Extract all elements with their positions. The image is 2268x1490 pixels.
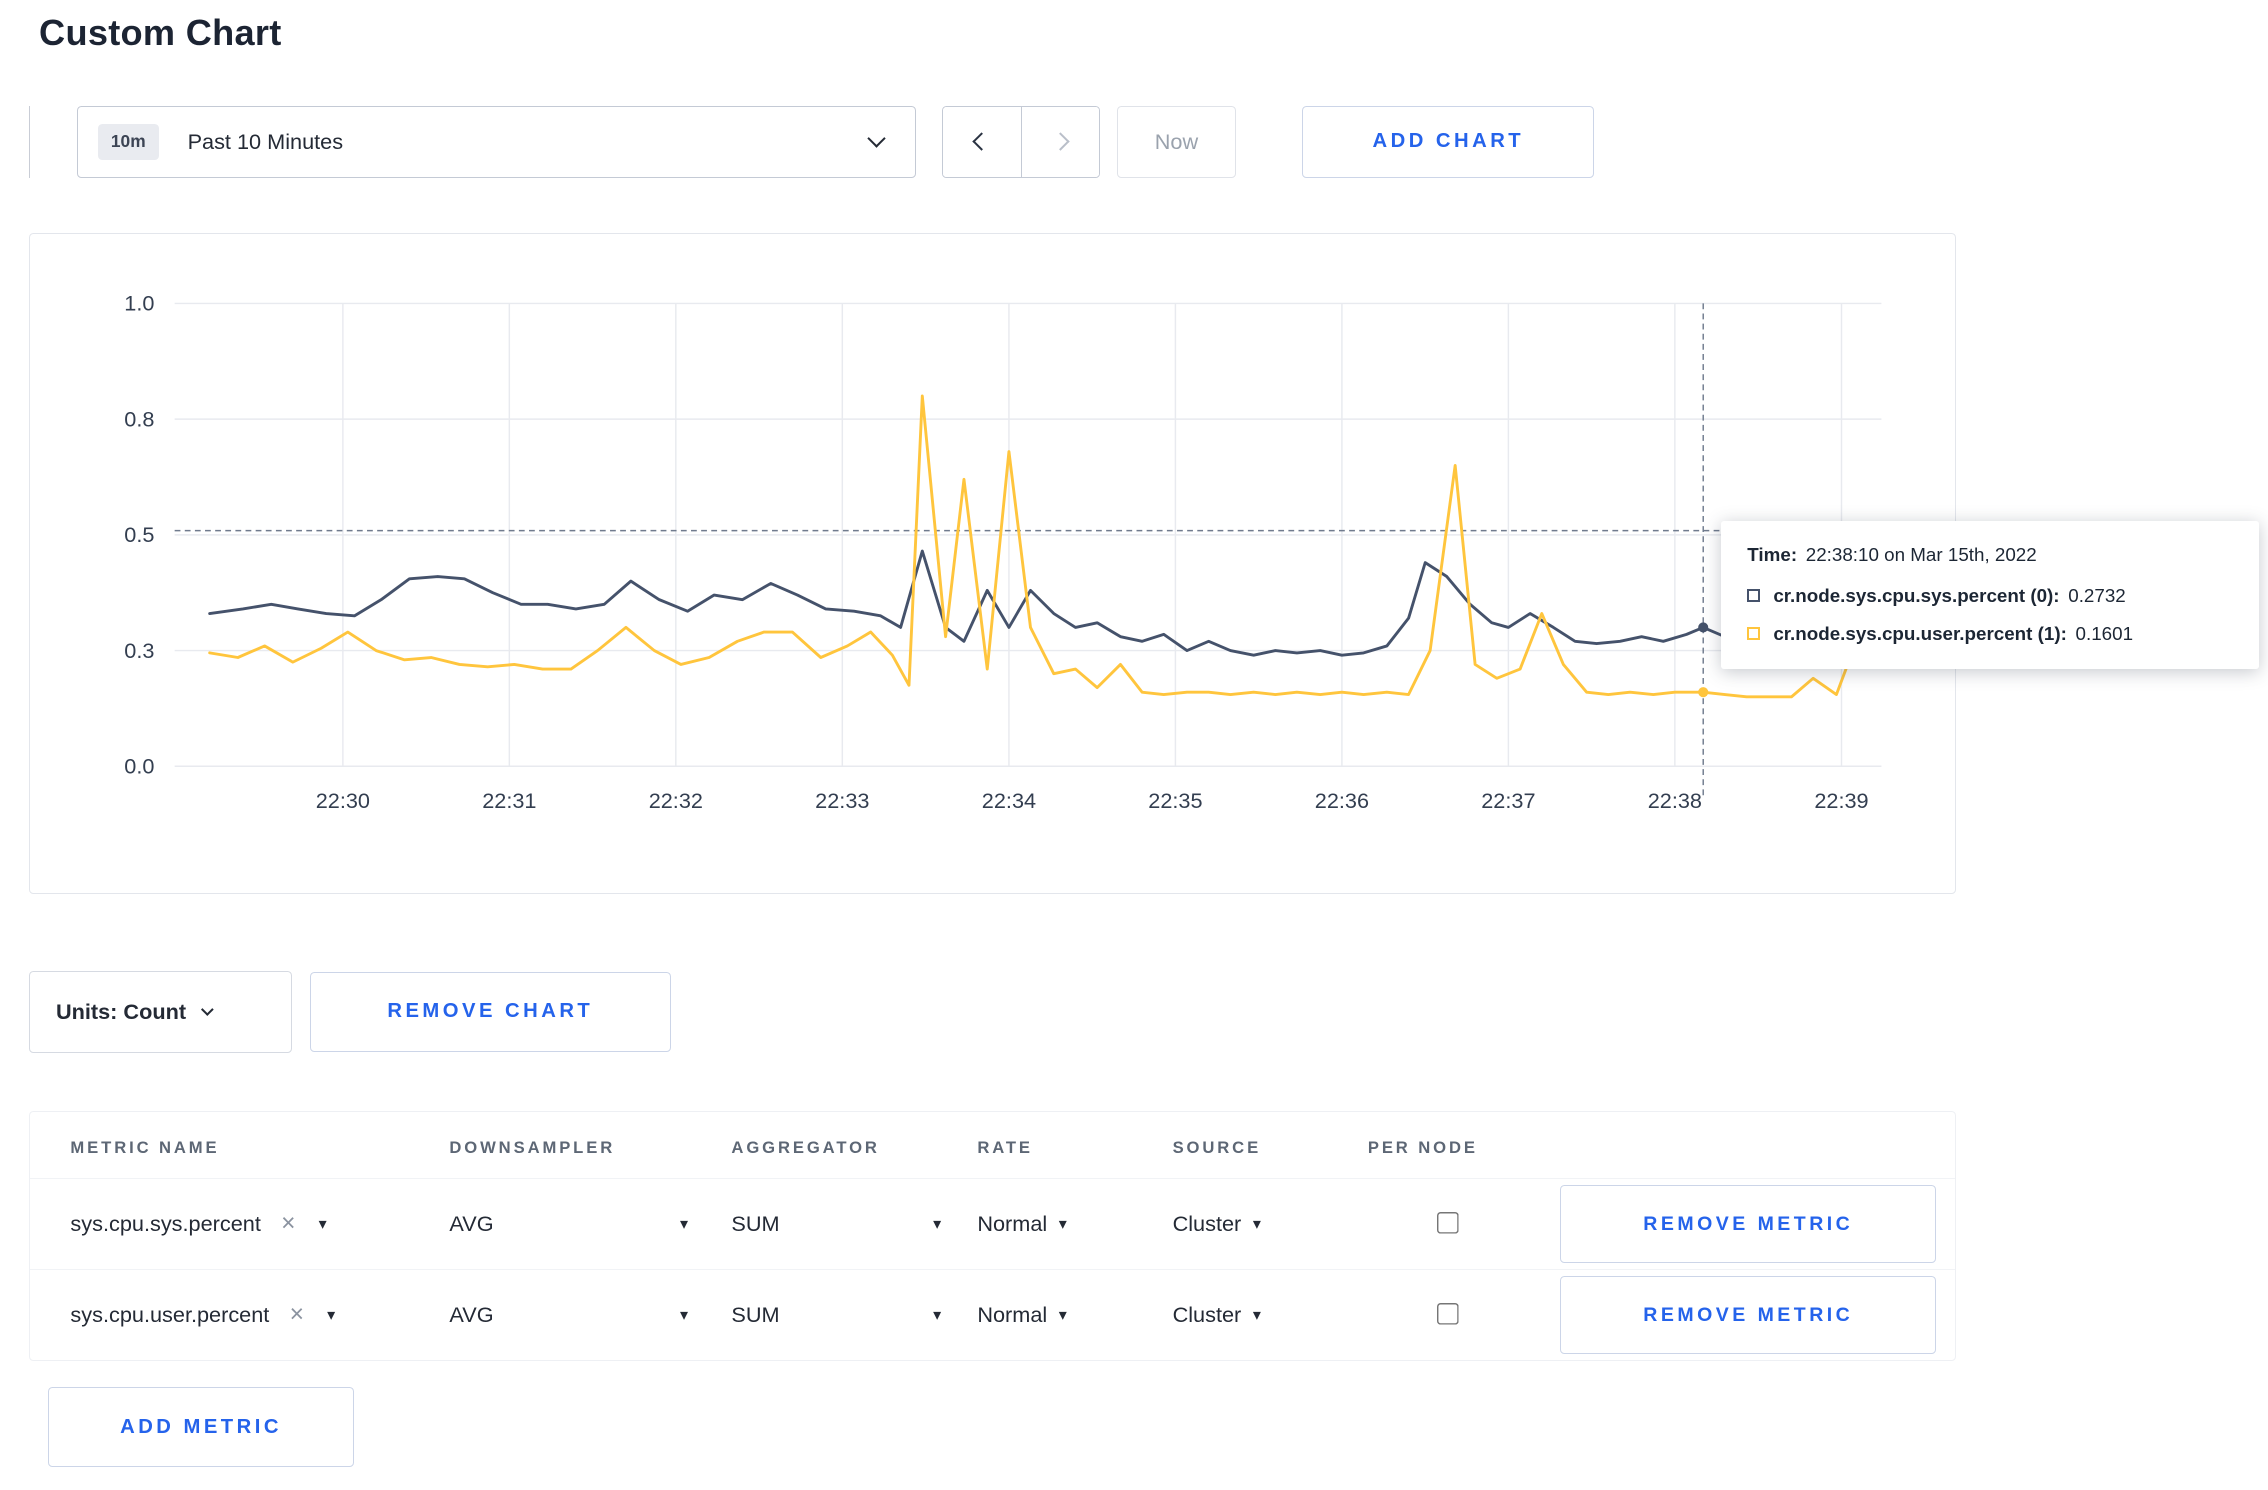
remove-metric-button[interactable]: REMOVE METRIC bbox=[1560, 1185, 1937, 1264]
units-label: Units: Count bbox=[55, 998, 187, 1024]
caret-down-icon: ▾ bbox=[680, 1216, 689, 1234]
source-value: Cluster bbox=[1172, 1211, 1242, 1237]
add-metric-button[interactable]: ADD METRIC bbox=[47, 1387, 355, 1467]
metric-row: sys.cpu.sys.percent × ▾ AVG ▾ SUM ▾ Norm… bbox=[29, 1178, 1955, 1269]
metric-table: METRIC NAME DOWNSAMPLER AGGREGATOR RATE … bbox=[28, 1110, 1956, 1362]
tooltip-series-value: 0.2732 bbox=[2068, 584, 2126, 606]
units-dropdown[interactable]: Units: Count bbox=[28, 970, 293, 1053]
svg-text:1.0: 1.0 bbox=[124, 291, 154, 316]
svg-text:22:34: 22:34 bbox=[982, 788, 1036, 813]
time-range-dropdown[interactable]: 10m Past 10 Minutes bbox=[76, 105, 916, 178]
col-header-aggregator: AGGREGATOR bbox=[731, 1137, 880, 1157]
downsampler-value: AVG bbox=[449, 1211, 494, 1237]
svg-text:22:33: 22:33 bbox=[815, 788, 869, 813]
per-node-checkbox[interactable] bbox=[1437, 1211, 1461, 1235]
source-value: Cluster bbox=[1172, 1302, 1242, 1328]
caret-down-icon: ▾ bbox=[933, 1307, 942, 1325]
custom-chart-page: Custom Chart 10m Past 10 Minutes Now ADD… bbox=[0, 11, 2268, 1490]
aggregator-value: SUM bbox=[731, 1302, 780, 1328]
aggregator-value: SUM bbox=[731, 1211, 780, 1237]
chart-svg[interactable]: 0.0 0.3 0.5 0.8 1.0 22:30 22:31 22:32 22:33 22:34… bbox=[30, 234, 1954, 856]
sys-series-swatch-icon bbox=[1747, 589, 1761, 603]
tooltip-time: Time: 22:38:10 on Mar 15th, 2022 bbox=[1747, 544, 2233, 566]
downsampler-select[interactable]: AVG ▾ bbox=[449, 1211, 688, 1237]
caret-down-icon: ▾ bbox=[1058, 1307, 1067, 1325]
caret-down-icon: ▾ bbox=[1252, 1307, 1261, 1325]
caret-down-icon: ▾ bbox=[933, 1216, 942, 1234]
chevron-down-icon bbox=[867, 129, 886, 149]
tooltip-series-label: cr.node.sys.cpu.sys.percent (0): bbox=[1773, 584, 2060, 606]
aggregator-select[interactable]: SUM ▾ bbox=[731, 1211, 941, 1237]
per-node-checkbox[interactable] bbox=[1437, 1302, 1461, 1327]
tooltip-series-row: cr.node.sys.cpu.sys.percent (0): 0.2732 bbox=[1747, 585, 2233, 607]
source-select[interactable]: Cluster ▾ bbox=[1173, 1211, 1368, 1237]
now-button[interactable]: Now bbox=[1117, 105, 1236, 178]
metric-row: sys.cpu.user.percent × ▾ AVG ▾ SUM ▾ Nor… bbox=[29, 1269, 1955, 1360]
add-chart-button[interactable]: ADD CHART bbox=[1302, 105, 1595, 178]
svg-text:22:36: 22:36 bbox=[1315, 788, 1369, 813]
metric-name-dropdown[interactable]: sys.cpu.sys.percent × ▾ bbox=[70, 1211, 449, 1237]
toolbar: 10m Past 10 Minutes Now ADD CHART bbox=[28, 105, 2268, 178]
rate-select[interactable]: Normal ▾ bbox=[977, 1211, 1172, 1237]
caret-down-icon: ▾ bbox=[1252, 1216, 1261, 1234]
time-next-button[interactable] bbox=[1020, 106, 1099, 177]
svg-text:22:35: 22:35 bbox=[1148, 788, 1202, 813]
time-prev-button[interactable] bbox=[942, 106, 1021, 177]
metric-table-header: METRIC NAME DOWNSAMPLER AGGREGATOR RATE … bbox=[30, 1112, 1955, 1178]
source-select[interactable]: Cluster ▾ bbox=[1173, 1302, 1368, 1328]
time-range-badge: 10m bbox=[97, 124, 159, 160]
tooltip-series-label: cr.node.sys.cpu.user.percent (1): bbox=[1773, 622, 2067, 644]
col-header-metric-name: METRIC NAME bbox=[70, 1137, 220, 1157]
clear-metric-icon[interactable]: × bbox=[290, 1302, 304, 1328]
col-header-source: SOURCE bbox=[1172, 1137, 1262, 1157]
col-header-per-node: PER NODE bbox=[1367, 1137, 1478, 1157]
tooltip-time-value: 22:38:10 on Mar 15th, 2022 bbox=[1805, 543, 2037, 565]
svg-text:22:37: 22:37 bbox=[1481, 788, 1535, 813]
toolbar-divider bbox=[28, 105, 31, 178]
caret-down-icon: ▾ bbox=[327, 1307, 336, 1325]
tooltip-series-value: 0.1601 bbox=[2075, 622, 2134, 644]
caret-down-icon: ▾ bbox=[680, 1307, 689, 1325]
svg-text:0.0: 0.0 bbox=[124, 753, 154, 778]
clear-metric-icon[interactable]: × bbox=[281, 1211, 295, 1237]
metric-name-value: sys.cpu.user.percent bbox=[70, 1302, 270, 1328]
chevron-down-icon bbox=[201, 1002, 214, 1016]
svg-text:22:32: 22:32 bbox=[649, 788, 703, 813]
remove-chart-button[interactable]: REMOVE CHART bbox=[309, 972, 672, 1052]
user-series-swatch-icon bbox=[1747, 627, 1761, 641]
col-header-downsampler: DOWNSAMPLER bbox=[449, 1137, 616, 1157]
svg-text:0.5: 0.5 bbox=[124, 522, 154, 547]
rate-value: Normal bbox=[977, 1302, 1048, 1328]
aggregator-select[interactable]: SUM ▾ bbox=[731, 1302, 941, 1328]
chevron-right-icon bbox=[1051, 132, 1070, 151]
downsampler-select[interactable]: AVG ▾ bbox=[449, 1302, 688, 1328]
rate-select[interactable]: Normal ▾ bbox=[977, 1302, 1172, 1328]
svg-text:22:30: 22:30 bbox=[316, 788, 370, 813]
remove-metric-button[interactable]: REMOVE METRIC bbox=[1560, 1276, 1937, 1355]
chart-tooltip: Time: 22:38:10 on Mar 15th, 2022 cr.node.… bbox=[1721, 520, 2260, 670]
downsampler-value: AVG bbox=[449, 1302, 494, 1328]
metric-name-dropdown[interactable]: sys.cpu.user.percent × ▾ bbox=[70, 1302, 449, 1328]
caret-down-icon: ▾ bbox=[1058, 1216, 1067, 1234]
chevron-left-icon bbox=[972, 132, 991, 151]
caret-down-icon: ▾ bbox=[318, 1216, 327, 1234]
page-title: Custom Chart bbox=[39, 11, 282, 53]
col-header-rate: RATE bbox=[977, 1137, 1033, 1157]
rate-value: Normal bbox=[977, 1211, 1048, 1237]
time-range-label: Past 10 Minutes bbox=[187, 128, 344, 154]
chart-panel: 0.0 0.3 0.5 0.8 1.0 22:30 22:31 22:32 22:33 22:34… bbox=[28, 232, 1956, 894]
svg-text:22:31: 22:31 bbox=[482, 788, 536, 813]
svg-text:0.3: 0.3 bbox=[124, 638, 154, 663]
time-step-button-group bbox=[941, 105, 1100, 178]
metric-name-value: sys.cpu.sys.percent bbox=[70, 1211, 261, 1237]
tooltip-series-row: cr.node.sys.cpu.user.percent (1): 0.1601 bbox=[1747, 623, 2233, 645]
chart-controls: Units: Count REMOVE CHART bbox=[28, 970, 2268, 1053]
svg-text:22:39: 22:39 bbox=[1814, 788, 1868, 813]
svg-text:0.8: 0.8 bbox=[124, 406, 154, 431]
tooltip-time-label: Time: bbox=[1747, 543, 1798, 565]
svg-text:22:38: 22:38 bbox=[1648, 788, 1702, 813]
